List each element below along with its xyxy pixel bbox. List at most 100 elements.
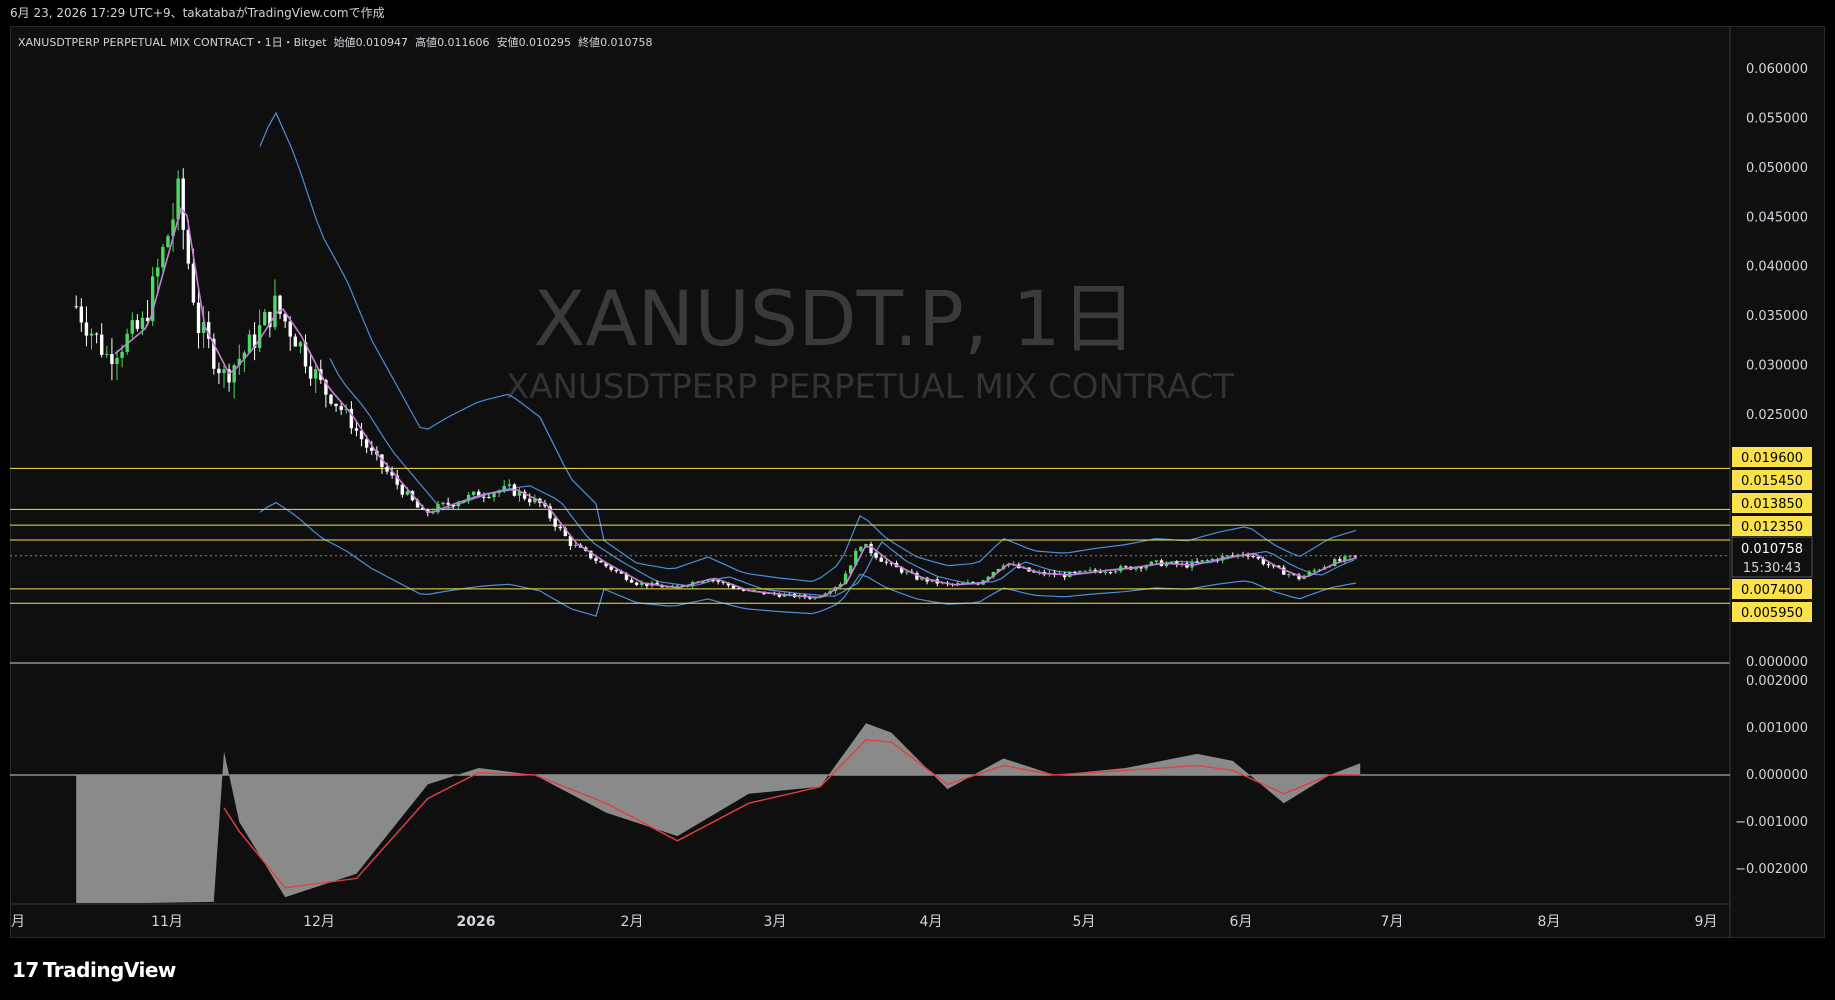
price-axis-tick-label: 0.045000 xyxy=(1746,210,1808,225)
candle-down xyxy=(1266,564,1271,566)
time-axis-label: 7月 xyxy=(1381,914,1404,930)
candle-down xyxy=(110,353,114,364)
candle-down xyxy=(736,588,741,590)
candle-up xyxy=(441,502,445,505)
time-axis-label: 9月 xyxy=(1695,914,1718,930)
candle-down xyxy=(599,560,603,563)
level-price-label: 0.019600 xyxy=(1741,451,1803,466)
macd-axis-tick-label: −0.002000 xyxy=(1735,862,1808,877)
time-axis-label: 8月 xyxy=(1538,914,1561,930)
bollinger-bands xyxy=(259,111,1357,617)
macd-axis-tick-label: −0.001000 xyxy=(1735,815,1808,830)
watermark-sub: XANUSDTPERP PERPETUAL MIX CONTRACT xyxy=(506,367,1234,407)
candle-down xyxy=(181,178,185,230)
candle-down xyxy=(74,306,78,308)
time-axis-label: 4月 xyxy=(920,914,943,930)
macd-panel xyxy=(10,723,1730,903)
candle-down xyxy=(711,579,715,581)
time-axis-label: 3月 xyxy=(764,914,787,930)
candle-up xyxy=(1103,572,1108,574)
candle-up xyxy=(1200,560,1204,562)
level-price-label: 0.015450 xyxy=(1741,474,1803,489)
candle-down xyxy=(217,368,221,374)
price-axis-tick-label: 0.040000 xyxy=(1746,260,1808,275)
candle-down xyxy=(339,406,343,410)
candle-up xyxy=(314,369,318,379)
candle-down xyxy=(100,334,104,355)
candle-up xyxy=(298,342,303,347)
candle-up xyxy=(573,544,578,546)
candle-up xyxy=(105,353,109,355)
tradingview-logo[interactable]: 17 TradingView xyxy=(12,958,176,982)
candle-down xyxy=(594,558,598,561)
horizontal-levels: 0.019600 0.015450 0.013850 0.012350 0.007400… xyxy=(10,447,1813,622)
candle-up xyxy=(161,246,165,268)
candle-up xyxy=(905,571,909,573)
countdown-label: 15:30:43 xyxy=(1743,561,1801,576)
candle-down xyxy=(191,263,196,303)
price-axis-tick-label: 0.025000 xyxy=(1746,408,1808,423)
candle-down xyxy=(487,496,491,498)
candle-down xyxy=(1338,559,1342,561)
candle-down xyxy=(196,302,201,333)
candle-down xyxy=(614,569,619,572)
price-axis-tick-label: 0.060000 xyxy=(1746,62,1808,77)
price-axis-tick-label: 0.035000 xyxy=(1746,309,1808,324)
candle-up xyxy=(492,493,496,498)
candle-down xyxy=(482,496,486,498)
candle-up xyxy=(273,295,277,328)
candle-down xyxy=(527,498,532,503)
time-axis-label: 2月 xyxy=(621,914,644,930)
watermark-main: XANUSDT.P, 1日 xyxy=(533,274,1136,363)
candle-up xyxy=(115,357,119,364)
time-axis-label: 11月 xyxy=(151,914,183,930)
macd-histogram xyxy=(76,723,1361,903)
candle-up xyxy=(507,484,512,486)
candle-down xyxy=(329,394,333,404)
candle-up xyxy=(471,491,476,495)
candle-down xyxy=(553,518,557,527)
candle-up xyxy=(1078,570,1082,573)
candle-down xyxy=(1251,555,1255,557)
level-price-label: 0.005950 xyxy=(1741,606,1803,621)
candle-up xyxy=(263,311,267,326)
time-axis-label: 2026 xyxy=(457,914,496,930)
candle-down xyxy=(354,428,359,431)
price-axis-tick-label: 0.000000 xyxy=(1746,655,1808,670)
candle-down xyxy=(879,557,883,562)
candle-up xyxy=(1348,555,1352,557)
level-price-label: 0.012350 xyxy=(1741,520,1803,535)
candle-down xyxy=(1246,555,1250,557)
candle-up xyxy=(89,333,94,336)
candle-up xyxy=(130,320,134,334)
candle-down xyxy=(94,333,99,335)
candle-up xyxy=(140,317,145,329)
candle-up xyxy=(1088,569,1092,571)
candle-up xyxy=(1113,571,1118,573)
candle-down xyxy=(884,561,889,563)
candle-up xyxy=(675,585,680,587)
macd-axis-tick-label: 0.002000 xyxy=(1746,674,1808,689)
candle-up xyxy=(247,334,252,353)
time-axis-label: 6月 xyxy=(1230,914,1253,930)
tradingview-logo-text: TradingView xyxy=(42,958,177,982)
time-axis[interactable]: 月 11月 12月 2026 2月 3月 4月 5月 6月 7月 8月 9月 xyxy=(11,914,1717,930)
candle-down xyxy=(400,484,405,495)
candle-up xyxy=(232,365,236,383)
candle-down xyxy=(1195,561,1199,563)
tradingview-logo-mark: 17 xyxy=(12,958,39,982)
macd-axis-tick-label: 0.000000 xyxy=(1746,768,1808,783)
price-axis-tick-label: 0.030000 xyxy=(1746,359,1808,374)
price-axis[interactable]: 0.060000 0.055000 0.050000 0.045000 0.040000… xyxy=(1735,62,1808,877)
candle-up xyxy=(1226,555,1230,557)
candle-down xyxy=(79,306,84,323)
candle-up xyxy=(859,546,863,551)
chart-canvas[interactable]: XANUSDT.P, 1日 XANUSDTPERP PERPETUAL MIX … xyxy=(0,0,1835,1000)
price-axis-tick-label: 0.055000 xyxy=(1746,111,1808,126)
candle-down xyxy=(1108,572,1113,574)
candle-down xyxy=(288,321,292,337)
macd-axis-tick-label: 0.001000 xyxy=(1746,721,1808,736)
candle-up xyxy=(1312,570,1317,572)
candle-down xyxy=(334,403,338,407)
candle-down xyxy=(135,320,140,329)
